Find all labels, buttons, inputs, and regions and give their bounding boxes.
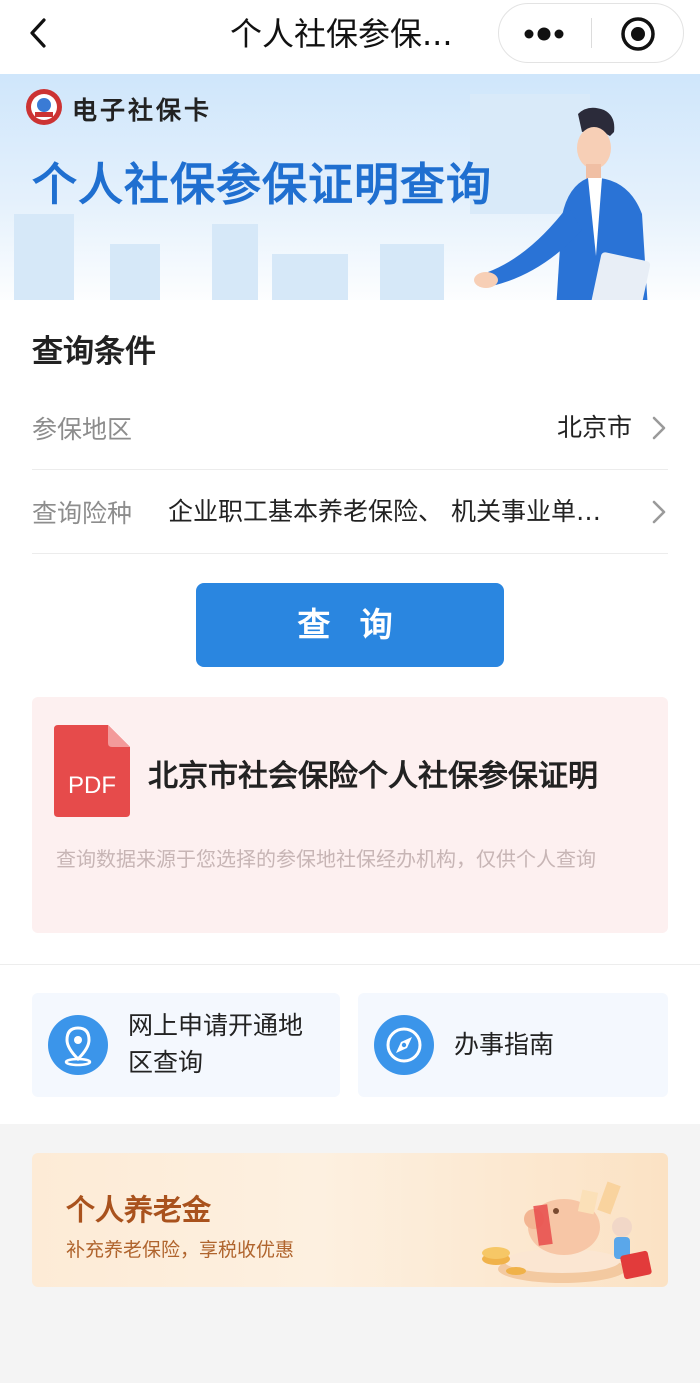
target-circle-icon[interactable]: [592, 4, 684, 62]
certificate-note: 查询数据来源于您选择的参保地社保经办机构，仅供个人查询: [56, 847, 596, 871]
service-guide-label: 办事指南: [454, 1030, 555, 1059]
brand-name: 电子社保卡: [72, 96, 213, 125]
compass-icon: [374, 1015, 434, 1075]
chevron-right-icon: [650, 498, 668, 526]
mini-program-capsule: [498, 3, 684, 63]
insurance-type-row[interactable]: 查询险种 企业职工基本养老保险、 机关事业单…: [32, 470, 668, 554]
person-illustration: [470, 106, 670, 310]
banner: 电子社保卡 个人社保参保证明查询: [0, 74, 700, 310]
promo-title: 个人养老金: [66, 1193, 212, 1227]
certificate-card[interactable]: PDF 北京市社会保险个人社保参保证明 查询数据来源于您选择的参保地社保经办机构…: [32, 697, 668, 933]
section-title: 查询条件: [32, 334, 156, 370]
top-navbar: 个人社保参保...: [0, 0, 700, 74]
piggy-bank-illustration: [452, 1153, 668, 1287]
insurance-type-value: 企业职工基本养老保险、 机关事业单…: [168, 497, 601, 526]
building-shape: [212, 224, 258, 310]
quick-links: 网上申请开通地区查询 办事指南: [0, 964, 700, 1124]
insurance-type-label: 查询险种: [32, 499, 133, 528]
more-dots-icon[interactable]: [499, 4, 591, 62]
query-button[interactable]: 查 询: [196, 583, 504, 667]
location-pin-icon: [48, 1015, 108, 1075]
banner-title: 个人社保参保证明查询: [32, 158, 493, 211]
chevron-left-icon[interactable]: [22, 14, 62, 54]
chevron-right-icon: [650, 414, 668, 442]
region-label: 参保地区: [32, 415, 133, 444]
pdf-file-icon: PDF: [54, 725, 130, 817]
region-row[interactable]: 参保地区 北京市: [32, 386, 668, 470]
query-card: 查询条件 参保地区 北京市 查询险种 企业职工基本养老保险、 机关事业单… 查 …: [0, 300, 700, 964]
page-title: 个人社保参保...: [230, 15, 453, 53]
social-security-seal-icon: [25, 88, 63, 126]
open-region-query-link[interactable]: 网上申请开通地区查询: [32, 993, 340, 1097]
pension-promo-banner[interactable]: 个人养老金 补充养老保险，享税收优惠: [32, 1153, 668, 1287]
promo-subtitle: 补充养老保险，享税收优惠: [66, 1239, 295, 1261]
service-guide-link[interactable]: 办事指南: [358, 993, 668, 1097]
certificate-title: 北京市社会保险个人社保参保证明: [148, 759, 598, 794]
pdf-label: PDF: [68, 772, 116, 799]
building-shape: [14, 214, 74, 310]
region-value: 北京市: [556, 413, 632, 442]
open-region-query-label: 网上申请开通地区查询: [128, 1011, 304, 1077]
